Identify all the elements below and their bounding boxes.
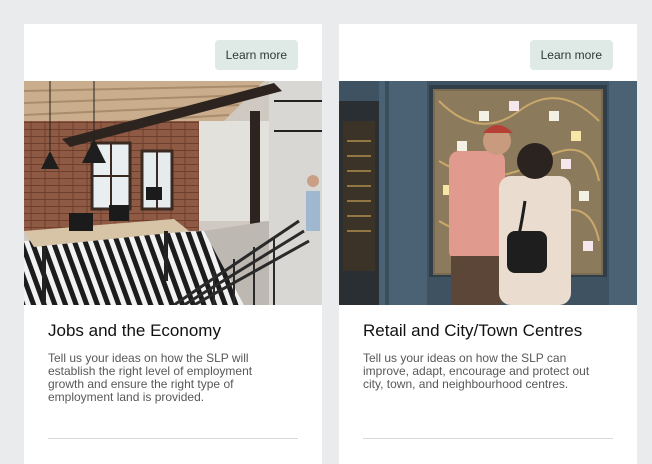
card-description: Tell us your ideas on how the SLP will e… xyxy=(48,351,253,404)
card-divider xyxy=(48,438,298,439)
card-divider xyxy=(363,438,613,439)
office-interior-photo xyxy=(24,81,322,305)
couple-at-shop-window-photo xyxy=(339,81,637,305)
card-jobs-economy: Learn more Jobs and the Economy Tell us … xyxy=(24,24,322,464)
card-description: Tell us your ideas on how the SLP can im… xyxy=(363,351,590,391)
card-title: Retail and City/Town Centres xyxy=(363,321,583,340)
card-title: Jobs and the Economy xyxy=(48,321,221,340)
learn-more-button[interactable]: Learn more xyxy=(529,40,613,70)
learn-more-button[interactable]: Learn more xyxy=(214,40,298,70)
card-retail-centres: Learn more Retail and City/Town Centres … xyxy=(339,24,637,464)
